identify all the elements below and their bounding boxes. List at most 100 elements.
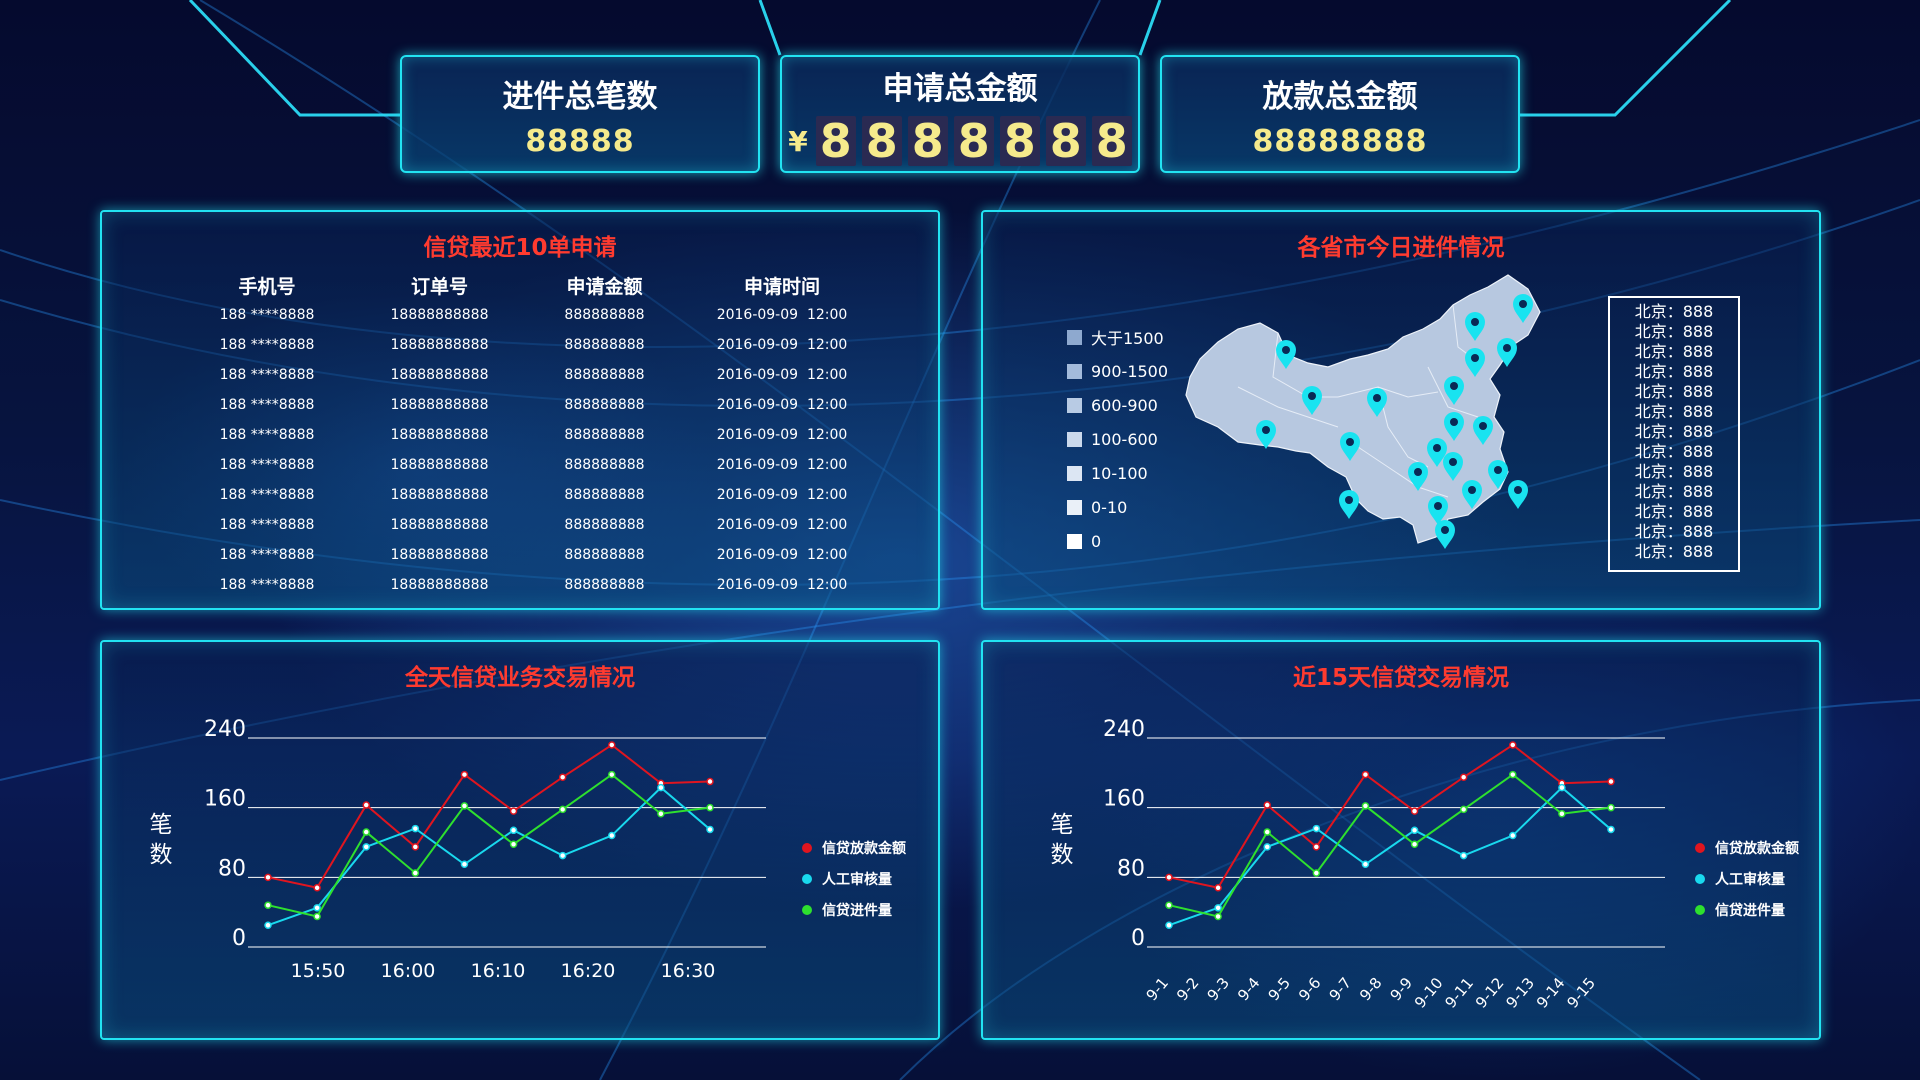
data-point[interactable]: [362, 828, 370, 836]
data-point[interactable]: [264, 901, 272, 909]
data-point[interactable]: [1459, 851, 1468, 860]
data-point[interactable]: [1361, 860, 1370, 869]
data-point[interactable]: [657, 783, 665, 792]
data-point[interactable]: [411, 843, 420, 851]
data-point[interactable]: [1263, 843, 1271, 851]
data-point[interactable]: [608, 770, 616, 779]
data-point[interactable]: [264, 921, 272, 929]
data-point[interactable]: [362, 843, 370, 851]
chart-legend-item[interactable]: 人工审核量: [802, 863, 906, 894]
map-pin-icon[interactable]: [1508, 480, 1528, 509]
cell-phone: 188 ****8888: [219, 577, 315, 593]
chart-legend-label: 人工审核量: [1715, 871, 1785, 888]
data-point[interactable]: [1312, 824, 1321, 833]
series-line: [1168, 773, 1612, 918]
cell-phone: 188 ****8888: [219, 307, 315, 323]
map-pin-icon[interactable]: [1435, 520, 1455, 549]
chart-legend-label: 信贷放款金额: [1715, 840, 1799, 857]
data-point[interactable]: [1607, 825, 1615, 834]
data-point[interactable]: [1410, 840, 1419, 848]
province-value-item: 北京：888: [1634, 502, 1714, 521]
legend-dot-icon: [1695, 842, 1705, 853]
data-point[interactable]: [509, 840, 518, 848]
data-point[interactable]: [264, 873, 272, 882]
legend-item: 600-900: [1067, 388, 1168, 422]
y-tick-label: 240: [204, 717, 246, 742]
cell-order: 18888888888: [390, 307, 489, 323]
x-tick-label: 16:10: [471, 960, 526, 982]
data-point[interactable]: [1509, 770, 1517, 779]
data-point[interactable]: [460, 770, 469, 779]
data-point[interactable]: [411, 824, 420, 833]
data-point[interactable]: [657, 810, 665, 818]
data-point[interactable]: [1607, 777, 1615, 786]
x-tick-label: 9-7: [1326, 974, 1356, 1004]
data-point[interactable]: [1165, 901, 1173, 909]
data-point[interactable]: [460, 860, 469, 869]
data-point[interactable]: [1312, 843, 1321, 851]
province-value-item: 北京：888: [1634, 522, 1714, 541]
data-point[interactable]: [608, 741, 616, 749]
data-point[interactable]: [313, 912, 321, 921]
data-point[interactable]: [558, 805, 567, 814]
data-point[interactable]: [706, 825, 714, 834]
chart-legend-label: 人工审核量: [822, 871, 892, 888]
cell-time: 2016-09-09 12:00: [716, 397, 848, 413]
data-point[interactable]: [411, 869, 420, 877]
cell-time: 2016-09-09 12:00: [716, 547, 848, 563]
data-point[interactable]: [558, 851, 567, 860]
data-point[interactable]: [460, 802, 469, 810]
data-point[interactable]: [558, 773, 567, 781]
data-point[interactable]: [1607, 803, 1615, 812]
table-row: 188 ****8888 18888888888 888888888 2016-09-…: [182, 330, 882, 360]
data-point[interactable]: [1558, 783, 1566, 792]
data-point[interactable]: [1361, 770, 1370, 779]
map-pin-icon[interactable]: [1339, 490, 1359, 519]
data-point[interactable]: [1509, 831, 1517, 840]
data-point[interactable]: [313, 904, 321, 912]
data-point[interactable]: [1459, 773, 1468, 781]
y-tick-label: 240: [1103, 717, 1145, 742]
x-tick-label: 9-10: [1411, 974, 1447, 1012]
kpi-apply-amount-card: 申请总金额 ¥ 8 8 8 8 8 8 8: [780, 55, 1140, 173]
chart-legend-item[interactable]: 信贷放款金额: [802, 832, 906, 863]
province-map-title: 各省市今日进件情况: [1297, 235, 1505, 261]
province-value-item: 北京：888: [1634, 362, 1714, 381]
data-point[interactable]: [509, 826, 518, 835]
data-point[interactable]: [509, 807, 518, 815]
data-point[interactable]: [1214, 904, 1222, 912]
data-point[interactable]: [1459, 805, 1468, 814]
data-point[interactable]: [313, 884, 321, 892]
chart-legend-item[interactable]: 人工审核量: [1695, 863, 1799, 894]
legend-dot-icon: [1695, 873, 1705, 884]
data-point[interactable]: [1165, 921, 1173, 929]
data-point[interactable]: [1263, 801, 1271, 809]
data-point[interactable]: [1214, 884, 1222, 892]
data-point[interactable]: [1410, 826, 1419, 835]
table-row: 188 ****8888 18888888888 888888888 2016-09-…: [182, 570, 882, 600]
data-point[interactable]: [1410, 807, 1419, 815]
data-point[interactable]: [706, 777, 714, 786]
data-point[interactable]: [1214, 912, 1222, 921]
recent-applications-panel: 信贷最近10单申请 手机号 订单号 申请金额 申请时间 188 ****8888…: [100, 210, 940, 610]
data-point[interactable]: [1361, 802, 1370, 810]
data-point[interactable]: [1509, 741, 1517, 749]
data-point[interactable]: [1263, 828, 1271, 836]
digit-cell: 8: [815, 116, 856, 166]
province-map-panel: 各省市今日进件情况 大于1500 900-1500 600-900 100-600 10…: [981, 210, 1821, 610]
chart-legend-item[interactable]: 信贷进件量: [1695, 894, 1799, 925]
cell-amount: 888888888: [564, 547, 645, 563]
chart-legend-item[interactable]: 信贷进件量: [802, 894, 906, 925]
legend-swatch: [1067, 363, 1082, 379]
recent-applications-title: 信贷最近10单申请: [423, 235, 617, 261]
chart-legend-label: 信贷放款金额: [822, 840, 906, 857]
data-point[interactable]: [1312, 869, 1321, 877]
data-point[interactable]: [706, 803, 714, 812]
data-point[interactable]: [1558, 810, 1566, 818]
table-row: 188 ****8888 18888888888 888888888 2016-09-…: [182, 360, 882, 390]
table-body: 188 ****8888 18888888888 888888888 2016-09-…: [182, 300, 882, 600]
data-point[interactable]: [608, 831, 616, 840]
data-point[interactable]: [362, 801, 370, 809]
chart-legend-item[interactable]: 信贷放款金额: [1695, 832, 1799, 863]
data-point[interactable]: [1165, 873, 1173, 882]
